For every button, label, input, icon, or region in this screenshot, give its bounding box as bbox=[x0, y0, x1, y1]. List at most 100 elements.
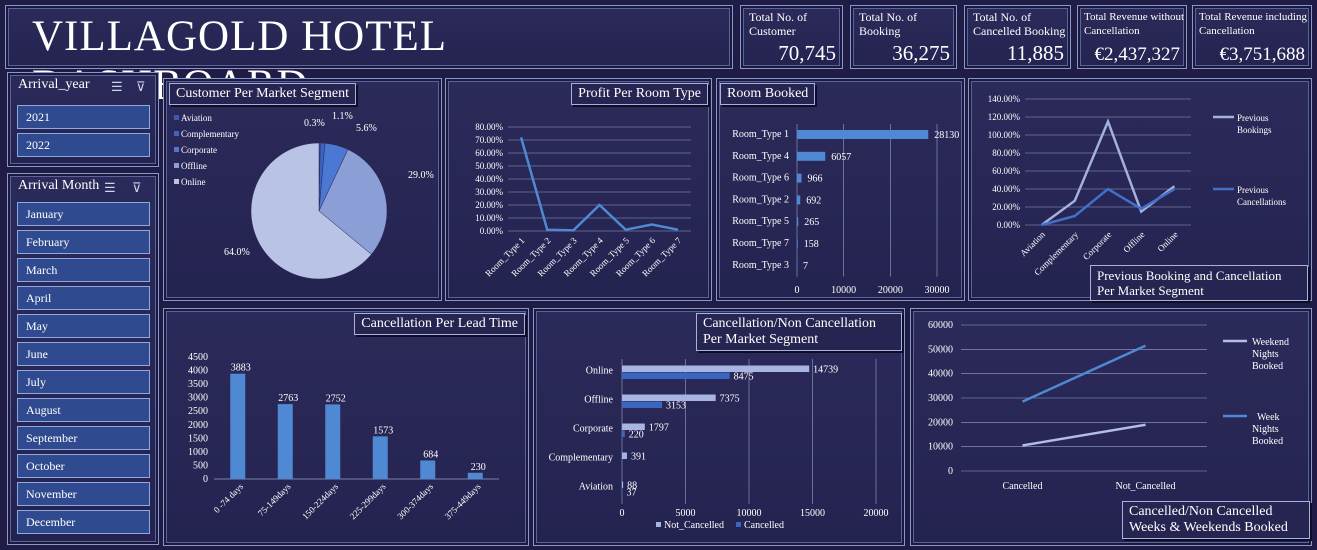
y-tick-label: 500 bbox=[193, 460, 208, 471]
y-tick-label: 80.00% bbox=[992, 148, 1020, 158]
slicer-item-2021[interactable]: 2021 bbox=[17, 105, 150, 129]
bar-data-label: 7375 bbox=[720, 394, 740, 405]
y-tick-label: 2500 bbox=[188, 406, 208, 417]
bar-room-type 5 bbox=[797, 217, 799, 227]
bar-room-type 1 bbox=[797, 130, 929, 139]
y-tick-label: 120.00% bbox=[988, 112, 1021, 122]
bar-not-cancelled bbox=[622, 365, 810, 372]
chart-title: Cancellation/Non Cancellation Per Market… bbox=[696, 313, 902, 351]
x-tick-label: 225-299days bbox=[348, 481, 388, 521]
slicer-item-april[interactable]: April bbox=[17, 286, 150, 310]
slicer-title: Arrival Month bbox=[18, 178, 100, 193]
legend-label: Corporate bbox=[181, 145, 217, 155]
legend-swatch bbox=[174, 179, 179, 184]
y-tick-label: 1500 bbox=[188, 433, 208, 444]
y-tick-label: 40.00% bbox=[992, 184, 1020, 194]
bar-cancelled bbox=[622, 372, 730, 379]
slicer-item-december[interactable]: December bbox=[17, 510, 150, 534]
y-tick-label: Offline bbox=[584, 395, 613, 406]
panel-prev-booking: 0.00% 20.00% 40.00% 60.00% 80.00% 100.00% 120.… bbox=[968, 78, 1312, 301]
panel-cancel-segment: 0 5000 10000 15000 20000 Online 14739 8475 Offli… bbox=[533, 308, 905, 546]
legend-swatch bbox=[736, 522, 741, 527]
bar-data-label: 692 bbox=[806, 195, 821, 206]
y-tick-label: 100.00% bbox=[988, 130, 1021, 140]
slicer-arrival-year: Arrival_year ☰ ⊽ 2021 2022 bbox=[7, 72, 159, 167]
y-tick-label: Room_Type 1 bbox=[732, 129, 789, 140]
y-tick-label: 0 bbox=[203, 474, 208, 485]
bar-data-label: 2763 bbox=[278, 393, 298, 404]
clear-filter-icon[interactable]: ⊽ bbox=[132, 180, 142, 196]
bar-lead-time bbox=[420, 460, 436, 479]
market-segment-pie-chart: 0.3% 1.1%5.6% 29.0% 64.0% Aviation Complement… bbox=[174, 111, 434, 280]
legend-label: Complementary bbox=[181, 129, 239, 139]
y-tick-label: 3500 bbox=[188, 379, 208, 390]
bar-not-cancelled bbox=[622, 452, 627, 459]
slicer-item-august[interactable]: August bbox=[17, 398, 150, 422]
bar-data-label: 7 bbox=[803, 261, 808, 272]
panel-profit-room-type: 0.00% 10.00% 20.00% 30.00% 40.00% 50.00% 60.00… bbox=[445, 78, 712, 301]
chart-title: Previous Booking and Cancellation Per Ma… bbox=[1090, 265, 1308, 301]
y-tick-label: Room_Type 6 bbox=[732, 173, 789, 184]
legend-swatch bbox=[174, 131, 179, 136]
slicer-item-march[interactable]: March bbox=[17, 258, 150, 282]
chart-title: Profit Per Room Type bbox=[571, 83, 708, 105]
y-tick-label: 40000 bbox=[928, 369, 953, 380]
kpi-total-booking: Total No. of Booking 36,275 bbox=[850, 5, 957, 69]
kpi-value: 36,275 bbox=[892, 41, 950, 65]
kpi-label: Total No. of Customer bbox=[749, 10, 808, 38]
slicer-item-february[interactable]: February bbox=[17, 230, 150, 254]
x-tick-label: 5000 bbox=[676, 508, 696, 519]
clear-filter-icon[interactable]: ⊽ bbox=[136, 79, 146, 95]
kpi-label: Total No. of Booking bbox=[859, 10, 918, 38]
bar-lead-time bbox=[372, 436, 388, 479]
slicer-item-november[interactable]: November bbox=[17, 482, 150, 506]
slicer-item-may[interactable]: May bbox=[17, 314, 150, 338]
x-tick-label: Corporate bbox=[1081, 229, 1114, 262]
slicer-item-july[interactable]: July bbox=[17, 370, 150, 394]
bar-cancelled bbox=[622, 488, 623, 495]
legend-label: Not_Cancelled bbox=[664, 520, 724, 531]
multi-select-icon[interactable]: ☰ bbox=[111, 79, 123, 95]
slicer-item-september[interactable]: September bbox=[17, 426, 150, 450]
x-tick-label: 0 bbox=[620, 508, 625, 519]
bar-data-label: 966 bbox=[808, 174, 823, 185]
panel-lead-time: 0 500 1000 1500 2000 2500 3000 3500 4000 4500 3883… bbox=[163, 308, 529, 546]
y-tick-label: 60.00% bbox=[992, 166, 1020, 176]
y-tick-label: 30000 bbox=[928, 393, 953, 404]
pie-data-label: 1.1% bbox=[332, 111, 353, 122]
kpi-value: 11,885 bbox=[1007, 41, 1064, 65]
x-tick-label: 10000 bbox=[737, 508, 762, 519]
kpi-revenue-without-cancel: Total Revenue without Cancellation €2,43… bbox=[1077, 5, 1187, 69]
legend-label: Weekend Nights Booked bbox=[1252, 337, 1289, 372]
y-tick-label: 50000 bbox=[928, 344, 953, 355]
bar-room-type 3 bbox=[797, 260, 798, 270]
legend-swatch bbox=[174, 147, 179, 152]
slicer-item-october[interactable]: October bbox=[17, 454, 150, 478]
kpi-total-customer: Total No. of Customer 70,745 bbox=[740, 5, 843, 69]
kpi-value: 70,745 bbox=[778, 41, 836, 65]
bar-data-label: 8475 bbox=[734, 372, 754, 383]
y-tick-label: Corporate bbox=[573, 424, 614, 435]
chart-title: Cancellation Per Lead Time bbox=[354, 313, 525, 335]
bar-not-cancelled bbox=[622, 481, 624, 488]
legend-swatch bbox=[174, 163, 179, 168]
pie-data-label: 29.0% bbox=[408, 170, 434, 181]
pie-data-label: 0.3% bbox=[304, 118, 325, 129]
y-tick-label: Room_Type 5 bbox=[732, 216, 789, 227]
slicer-item-january[interactable]: January bbox=[17, 202, 150, 226]
legend-label: Previous Cancellations bbox=[1237, 185, 1286, 207]
bar-data-label: 1797 bbox=[649, 423, 669, 434]
legend-label: Cancelled bbox=[744, 520, 784, 531]
slicer-title: Arrival_year bbox=[18, 77, 90, 92]
legend-swatch bbox=[656, 522, 661, 527]
x-tick-label: Cancelled bbox=[1003, 481, 1043, 492]
multi-select-icon[interactable]: ☰ bbox=[104, 180, 116, 196]
x-tick-label: 20000 bbox=[864, 508, 889, 519]
slicer-item-2022[interactable]: 2022 bbox=[17, 133, 150, 157]
x-tick-label: 10000 bbox=[831, 285, 856, 296]
slicer-arrival-month: Arrival Month ☰ ⊽ January February March Ap… bbox=[7, 173, 159, 545]
room-booked-chart: 0 10000 20000 30000 Room_Type 1 28130 Room_Typ… bbox=[732, 124, 959, 296]
kpi-label: Total Revenue including Cancellation bbox=[1199, 11, 1307, 37]
slicer-item-june[interactable]: June bbox=[17, 342, 150, 366]
legend-label: Offline bbox=[181, 161, 207, 171]
